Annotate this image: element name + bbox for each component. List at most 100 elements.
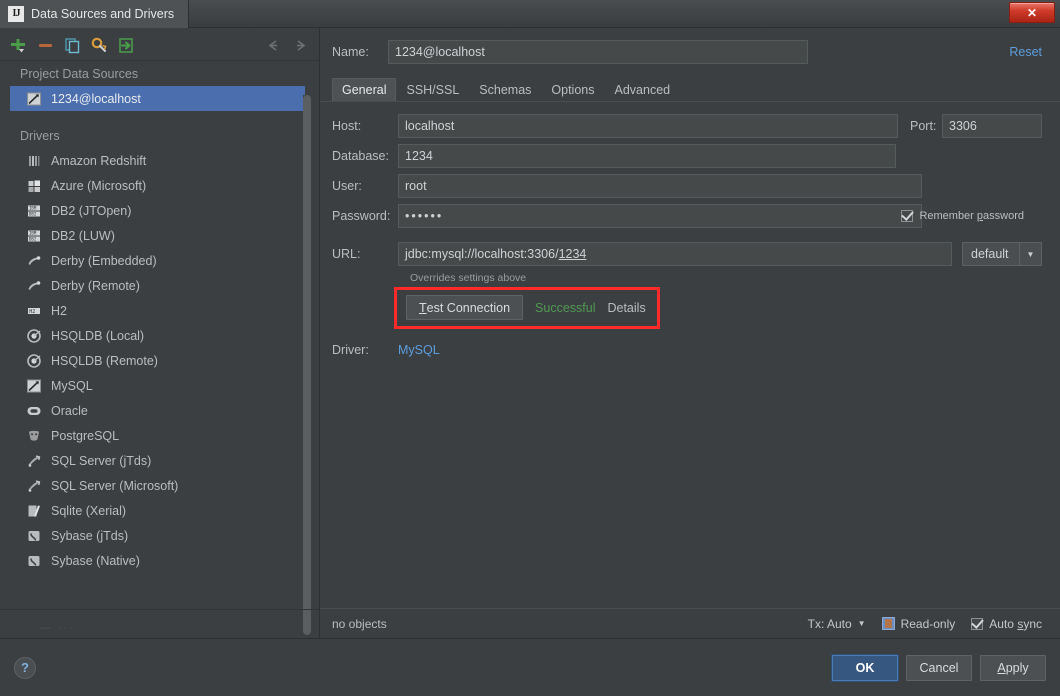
read-only-toggle[interactable]: Read-only	[881, 617, 955, 631]
svg-text:IBM: IBM	[29, 205, 37, 210]
test-connection-details-link[interactable]: Details	[607, 301, 645, 315]
sidebar-item-mysql[interactable]: MySQL	[0, 373, 319, 398]
objects-status-text: no objects	[332, 616, 387, 631]
test-connection-button[interactable]: Test Connection	[406, 295, 524, 320]
help-icon: ?	[21, 660, 29, 675]
url-mode-dropdown[interactable]: default ▼	[962, 242, 1042, 266]
properties-icon[interactable]	[91, 37, 108, 54]
chevron-down-icon: ▼	[857, 619, 866, 628]
sqlite-icon	[26, 503, 42, 519]
database-row: Database: 1234	[332, 144, 1042, 168]
driver-link[interactable]: MySQL	[398, 343, 440, 357]
sidebar-item-sybase-native[interactable]: Sybase (Native)	[0, 548, 319, 573]
reset-link[interactable]: Reset	[1009, 45, 1042, 59]
sidebar-item-label: DB2 (JTOpen)	[51, 203, 132, 218]
forward-arrow-icon[interactable]	[292, 37, 309, 54]
database-input[interactable]: 1234	[398, 144, 896, 168]
sidebar-item-label: 1234@localhost	[51, 91, 141, 106]
transaction-mode-dropdown[interactable]: Tx: Auto ▼	[808, 617, 866, 631]
sidebar-item-db2-jtopen[interactable]: IBM DB2 DB2 (JTOpen)	[0, 198, 319, 223]
apply-button-mnemonic: A	[997, 660, 1006, 675]
auto-sync-toggle[interactable]: Auto sync	[971, 617, 1042, 631]
host-input[interactable]: localhost	[398, 114, 898, 138]
auto-sync-checkbox[interactable]	[971, 617, 984, 630]
sidebar-item-derby-remote[interactable]: Derby (Remote)	[0, 273, 319, 298]
window-title-tab: IJ Data Sources and Drivers	[0, 0, 190, 28]
sidebar-item-postgresql[interactable]: PostgreSQL	[0, 423, 319, 448]
ok-button[interactable]: OK	[832, 654, 898, 681]
sidebar-item-1234-localhost[interactable]: 1234@localhost	[10, 86, 305, 111]
detail-status-bar: no objects Tx: Auto ▼ Read-only Auto syn…	[320, 608, 1060, 638]
import-icon[interactable]	[118, 37, 135, 54]
host-label: Host:	[332, 119, 362, 133]
sqlserver-icon	[26, 453, 42, 469]
title-bar-filler	[189, 0, 1060, 28]
cancel-button[interactable]: Cancel	[906, 654, 972, 681]
add-icon[interactable]	[10, 37, 27, 54]
remember-password-row[interactable]: Remember password	[901, 210, 1024, 222]
sidebar-tree: Project Data Sources 1234@localhost Driv…	[0, 60, 319, 638]
sidebar-item-sql-server-jtds[interactable]: SQL Server (jTds)	[0, 448, 319, 473]
name-input[interactable]: 1234@localhost	[388, 40, 808, 64]
help-button[interactable]: ?	[14, 656, 36, 679]
sidebar-item-db2-luw[interactable]: IBM DB2 DB2 (LUW)	[0, 223, 319, 248]
sidebar-item-label: Amazon Redshift	[51, 153, 147, 168]
sidebar-item-label: Azure (Microsoft)	[51, 178, 147, 193]
port-input[interactable]: 3306	[942, 114, 1042, 138]
sidebar-item-oracle[interactable]: Oracle	[0, 398, 319, 423]
url-row: URL: jdbc:mysql://localhost:3306/1234 de…	[332, 242, 1042, 266]
tab-options[interactable]: Options	[541, 78, 604, 102]
sidebar-item-label: Sybase (jTds)	[51, 528, 129, 543]
svg-text:DB2: DB2	[29, 236, 37, 241]
apply-button[interactable]: Apply	[980, 654, 1046, 681]
remember-password-label: Remember password	[919, 210, 1024, 222]
hsqldb-icon	[26, 353, 42, 369]
sidebar-bottom-hint: — ···	[40, 622, 76, 634]
sidebar-item-label: PostgreSQL	[51, 428, 120, 443]
status-bar-controls: Tx: Auto ▼ Read-only Auto sync	[808, 617, 1042, 631]
sidebar-item-label: HSQLDB (Local)	[51, 328, 145, 343]
password-row: Password: •••••• Remember password	[332, 204, 1042, 228]
tab-advanced[interactable]: Advanced	[605, 78, 681, 102]
tab-schemas[interactable]: Schemas	[469, 78, 541, 102]
sidebar-item-sqlite-xerial[interactable]: Sqlite (Xerial)	[0, 498, 319, 523]
test-connection-mnemonic: T	[419, 300, 427, 315]
remember-password-checkbox[interactable]	[901, 210, 914, 222]
sidebar-item-azure-microsoft[interactable]: Azure (Microsoft)	[0, 173, 319, 198]
window-title: Data Sources and Drivers	[31, 6, 175, 21]
tab-general[interactable]: General	[332, 78, 397, 102]
sidebar-item-label: SQL Server (Microsoft)	[51, 478, 179, 493]
driver-row: Driver: MySQL	[332, 343, 1042, 357]
password-input[interactable]: ••••••	[398, 204, 922, 228]
sidebar-scrollbar[interactable]	[303, 95, 311, 635]
name-label: Name:	[332, 45, 369, 59]
transaction-mode-label: Tx: Auto	[807, 616, 852, 631]
user-input[interactable]: root	[398, 174, 922, 198]
url-label: URL:	[332, 247, 361, 261]
mysql-icon	[26, 378, 42, 394]
sidebar-item-derby-embedded[interactable]: Derby (Embedded)	[0, 248, 319, 273]
copy-icon[interactable]	[64, 37, 81, 54]
url-input[interactable]: jdbc:mysql://localhost:3306/1234	[398, 242, 952, 266]
remove-icon[interactable]	[37, 37, 54, 54]
sidebar-item-hsqldb-local[interactable]: HSQLDB (Local)	[0, 323, 319, 348]
back-arrow-icon[interactable]	[265, 37, 282, 54]
detail-panel: Name: 1234@localhost Reset General SSH/S…	[320, 28, 1060, 638]
host-row: Host: localhost Port: 3306	[332, 114, 1042, 138]
read-only-checkbox[interactable]	[881, 617, 895, 630]
sqlserver-icon	[26, 478, 42, 494]
tab-ssh-ssl[interactable]: SSH/SSL	[396, 78, 469, 102]
sidebar-item-hsqldb-remote[interactable]: HSQLDB (Remote)	[0, 348, 319, 373]
sidebar-item-sql-server-microsoft[interactable]: SQL Server (Microsoft)	[0, 473, 319, 498]
close-window-button[interactable]: ✕	[1009, 2, 1055, 23]
database-label: Database:	[332, 149, 389, 163]
derby-icon	[26, 253, 42, 269]
db2-icon: IBM DB2	[26, 228, 42, 244]
sidebar-scrollbar-thumb[interactable]	[303, 95, 311, 635]
sidebar-item-amazon-redshift[interactable]: Amazon Redshift	[0, 148, 319, 173]
sidebar-item-sybase-jtds[interactable]: Sybase (jTds)	[0, 523, 319, 548]
password-label: Password:	[332, 209, 391, 223]
sidebar-item-label: Derby (Remote)	[51, 278, 140, 293]
sidebar-item-h2[interactable]: H2 H2	[0, 298, 319, 323]
postgresql-icon	[26, 428, 42, 444]
